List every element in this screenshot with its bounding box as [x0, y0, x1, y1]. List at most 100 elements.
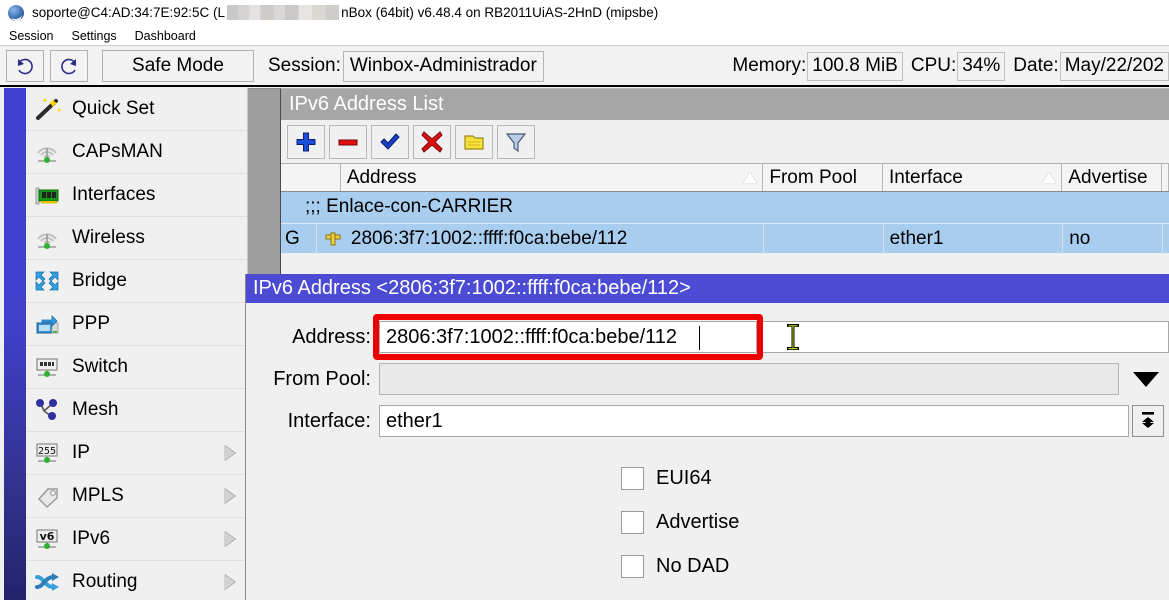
- add-button[interactable]: [287, 125, 325, 159]
- column-header-address[interactable]: Address: [341, 164, 764, 191]
- disable-button[interactable]: [413, 125, 451, 159]
- menu-settings[interactable]: Settings: [62, 28, 125, 44]
- main-menu-sidebar: Quick Set CAPsMAN Inte: [26, 88, 248, 600]
- chevron-right-icon: [224, 488, 235, 504]
- filter-button[interactable]: [497, 125, 535, 159]
- text-cursor-ibeam-icon: [783, 322, 803, 352]
- redo-button[interactable]: [50, 50, 88, 82]
- column-header-address-label: Address: [347, 167, 417, 189]
- ip-255-icon: 255: [30, 438, 64, 468]
- comment-button[interactable]: [455, 125, 493, 159]
- sidebar-item-wireless[interactable]: Wireless: [26, 217, 247, 260]
- switch-icon: [30, 352, 64, 382]
- column-header-from-pool[interactable]: From Pool: [763, 164, 883, 191]
- undo-button[interactable]: [6, 50, 44, 82]
- eui64-row: EUI64: [246, 456, 1169, 500]
- cpu-value: 34%: [957, 52, 1005, 81]
- sidebar-label: Routing: [72, 571, 138, 593]
- interface-form-row: Interface: ether1: [246, 400, 1169, 442]
- chevron-right-icon: [224, 445, 235, 461]
- dialog-titlebar[interactable]: IPv6 Address <2806:3f7:1002::ffff:f0ca:b…: [246, 274, 1169, 303]
- interface-input[interactable]: ether1: [379, 405, 1129, 437]
- sidebar-label: Wireless: [72, 227, 145, 249]
- interface-dropdown-button[interactable]: [1132, 405, 1164, 437]
- sidebar-item-ipv6[interactable]: v6 IPv6: [26, 518, 247, 561]
- from-pool-input[interactable]: [379, 363, 1119, 395]
- column-header-advertise[interactable]: Advertise: [1062, 164, 1162, 191]
- sidebar-item-quick-set[interactable]: Quick Set: [26, 88, 247, 131]
- sidebar-item-switch[interactable]: Switch: [26, 346, 247, 389]
- sidebar-label: Bridge: [72, 270, 127, 292]
- menu-session[interactable]: Session: [0, 28, 62, 44]
- list-window-title: IPv6 Address List: [289, 93, 444, 116]
- table-comment-row[interactable]: ;;; Enlace-con-CARRIER: [281, 192, 1169, 223]
- safe-mode-button[interactable]: Safe Mode: [102, 50, 254, 82]
- address-input[interactable]: 2806:3f7:1002::ffff:f0ca:bebe/112: [379, 321, 757, 353]
- titlebar-redacted-area: [227, 5, 339, 20]
- titlebar-prefix: soporte@C4:AD:34:7E:92:5C (L: [32, 0, 225, 26]
- advertise-row: Advertise: [246, 500, 1169, 544]
- row-address-cell: 2806:3f7:1002::ffff:f0ca:bebe/112: [317, 224, 764, 254]
- column-header-flags[interactable]: [281, 164, 341, 191]
- sidebar-item-interfaces[interactable]: Interfaces: [26, 174, 247, 217]
- magic-wand-icon: [30, 94, 64, 124]
- sidebar-item-ppp[interactable]: PPP: [26, 303, 247, 346]
- address-form-row: Address: 2806:3f7:1002::ffff:f0ca:bebe/1…: [246, 316, 1169, 358]
- titlebar-suffix: nBox (64bit) v6.48.4 on RB2011UiAS-2HnD …: [341, 0, 658, 26]
- memory-value: 100.8 MiB: [807, 52, 903, 81]
- advertise-checkbox[interactable]: [621, 511, 644, 534]
- from-pool-form-row: From Pool:: [246, 358, 1169, 400]
- interface-value: ether1: [386, 410, 443, 433]
- main-toolbar: Safe Mode Session: Winbox-Administrador …: [0, 47, 1169, 87]
- interface-label: Interface:: [246, 410, 379, 433]
- chevron-right-icon: [224, 574, 235, 590]
- sort-indicator-icon: [743, 172, 757, 183]
- eui64-checkbox[interactable]: [621, 467, 644, 490]
- minus-icon: [336, 130, 360, 154]
- check-icon: [378, 130, 402, 154]
- enable-button[interactable]: [371, 125, 409, 159]
- tag-icon: [30, 481, 64, 511]
- sidebar-item-routing[interactable]: Routing: [26, 561, 247, 600]
- memory-label: Memory:: [732, 55, 806, 77]
- antenna-icon: [30, 137, 64, 167]
- sidebar-item-bridge[interactable]: Bridge: [26, 260, 247, 303]
- from-pool-label: From Pool:: [246, 368, 379, 391]
- sidebar-label: CAPsMAN: [72, 141, 163, 163]
- no-dad-checkbox[interactable]: [621, 555, 644, 578]
- status-indicators: Memory: 100.8 MiB CPU: 34% Date: May/22/…: [724, 52, 1169, 81]
- eui64-label: EUI64: [656, 467, 712, 490]
- redo-arrow-icon: [58, 55, 80, 77]
- chevron-down-icon[interactable]: [1133, 372, 1159, 387]
- sidebar-item-mesh[interactable]: Mesh: [26, 389, 247, 432]
- address-input-wrapper: 2806:3f7:1002::ffff:f0ca:bebe/112: [379, 321, 1169, 353]
- advertise-label: Advertise: [656, 511, 739, 534]
- row-address-text: 2806:3f7:1002::ffff:f0ca:bebe/112: [351, 228, 627, 250]
- date-value: May/22/202: [1060, 52, 1169, 81]
- plus-icon: [294, 130, 318, 154]
- winbox-logo-icon: [8, 5, 24, 21]
- sidebar-item-mpls[interactable]: MPLS: [26, 475, 247, 518]
- address-input-value: 2806:3f7:1002::ffff:f0ca:bebe/112: [386, 326, 677, 349]
- row-from-pool: [764, 224, 884, 254]
- double-down-arrow-icon: [1138, 410, 1158, 432]
- bridge-arrows-icon: [30, 266, 64, 296]
- table-row[interactable]: G 2806:3f7:1002::ffff:f0ca:bebe/112 ethe…: [281, 223, 1169, 253]
- address-input-extension[interactable]: [757, 321, 1169, 353]
- list-window-titlebar[interactable]: IPv6 Address List: [281, 89, 1169, 120]
- ipv6-address-list-window: IPv6 Address List: [280, 88, 1169, 278]
- sidebar-item-capsman[interactable]: CAPsMAN: [26, 131, 247, 174]
- address-pin-icon: [323, 230, 343, 248]
- column-header-filler: [1162, 164, 1169, 191]
- menu-dashboard[interactable]: Dashboard: [126, 28, 205, 44]
- sidebar-item-ip[interactable]: 255 IP: [26, 432, 247, 475]
- column-header-interface[interactable]: Interface: [883, 164, 1062, 191]
- svg-text:v6: v6: [40, 530, 55, 543]
- session-value[interactable]: Winbox-Administrador: [343, 51, 544, 82]
- funnel-icon: [504, 130, 528, 154]
- list-toolbar: [281, 120, 1169, 163]
- note-icon: [462, 130, 486, 154]
- row-advertise: no: [1063, 224, 1163, 254]
- remove-button[interactable]: [329, 125, 367, 159]
- sidebar-label: Mesh: [72, 399, 118, 421]
